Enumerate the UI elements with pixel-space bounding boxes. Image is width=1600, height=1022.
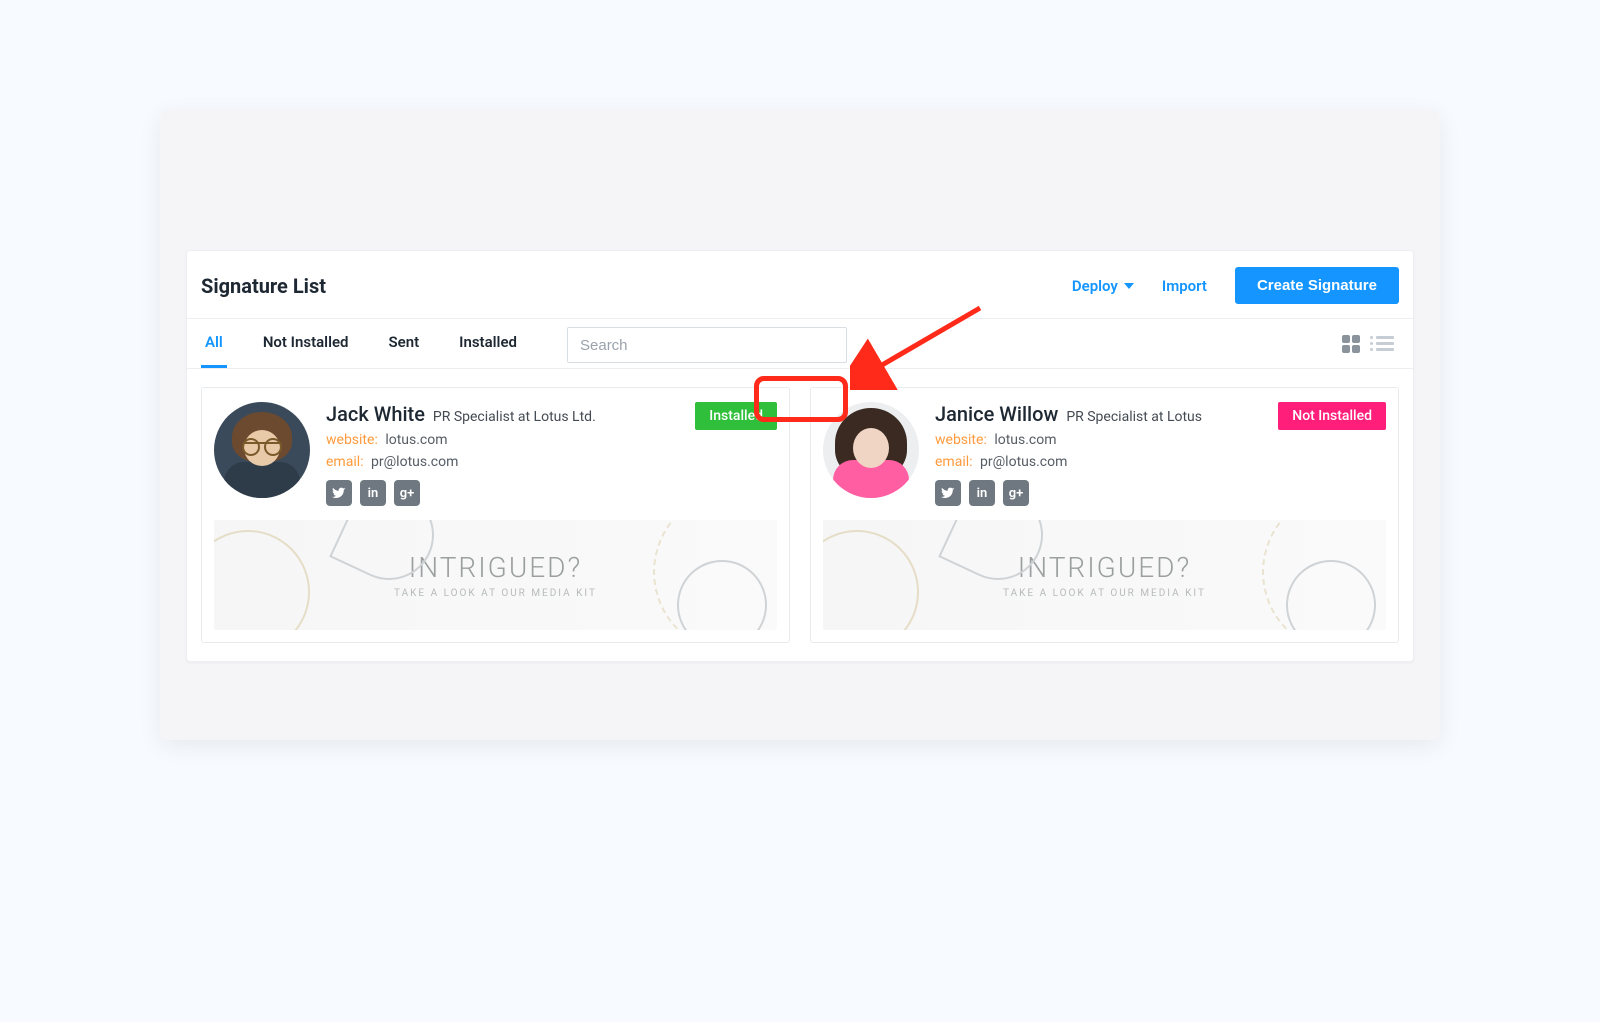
list-icon bbox=[1376, 336, 1394, 351]
email-row: email: pr@lotus.com bbox=[935, 454, 1386, 470]
status-badge-not-installed[interactable]: Not Installed bbox=[1278, 402, 1386, 430]
avatar bbox=[823, 402, 919, 498]
card-top: Janice Willow PR Specialist at Lotus web… bbox=[823, 402, 1386, 506]
header-row: Signature List Deploy Import Create Sign… bbox=[187, 251, 1413, 319]
tab-installed[interactable]: Installed bbox=[455, 319, 521, 368]
email-row: email: pr@lotus.com bbox=[326, 454, 777, 470]
view-toggle bbox=[1337, 324, 1399, 364]
banner: INTRIGUED? TAKE A LOOK AT OUR MEDIA KIT bbox=[214, 520, 777, 630]
page-title: Signature List bbox=[201, 274, 326, 298]
website-row: website: lotus.com bbox=[326, 432, 777, 448]
twitter-icon[interactable] bbox=[326, 480, 352, 506]
twitter-icon[interactable] bbox=[935, 480, 961, 506]
caret-down-icon bbox=[1124, 283, 1134, 289]
toolbar-row: All Not Installed Sent Installed bbox=[187, 319, 1413, 369]
website-label: website: bbox=[326, 432, 378, 448]
deploy-dropdown[interactable]: Deploy bbox=[1072, 277, 1134, 295]
signature-card[interactable]: Jack White PR Specialist at Lotus Ltd. w… bbox=[201, 387, 790, 643]
social-row: in g+ bbox=[935, 480, 1386, 506]
website-row: website: lotus.com bbox=[935, 432, 1386, 448]
google-icon[interactable]: g+ bbox=[1003, 480, 1029, 506]
tab-all[interactable]: All bbox=[201, 319, 227, 368]
grid-icon bbox=[1342, 335, 1360, 353]
cards-row: Jack White PR Specialist at Lotus Ltd. w… bbox=[187, 369, 1413, 661]
email-value: pr@lotus.com bbox=[371, 454, 458, 470]
linkedin-icon[interactable]: in bbox=[360, 480, 386, 506]
person-role: PR Specialist at Lotus bbox=[1066, 409, 1202, 425]
search-input[interactable] bbox=[567, 327, 847, 363]
signature-list-card: Signature List Deploy Import Create Sign… bbox=[186, 250, 1414, 662]
grid-view-button[interactable] bbox=[1341, 334, 1361, 354]
website-value: lotus.com bbox=[994, 432, 1056, 448]
outer-panel: Signature List Deploy Import Create Sign… bbox=[160, 110, 1440, 740]
import-label: Import bbox=[1162, 277, 1207, 295]
header-actions: Deploy Import Create Signature bbox=[1072, 267, 1399, 304]
website-value: lotus.com bbox=[385, 432, 447, 448]
social-row: in g+ bbox=[326, 480, 777, 506]
linkedin-icon[interactable]: in bbox=[969, 480, 995, 506]
website-label: website: bbox=[935, 432, 987, 448]
person-name: Jack White bbox=[326, 402, 425, 426]
card-top: Jack White PR Specialist at Lotus Ltd. w… bbox=[214, 402, 777, 506]
banner: INTRIGUED? TAKE A LOOK AT OUR MEDIA KIT bbox=[823, 520, 1386, 630]
email-label: email: bbox=[935, 454, 973, 470]
deploy-label: Deploy bbox=[1072, 277, 1118, 295]
status-badge-installed[interactable]: Installed bbox=[695, 402, 777, 430]
tabs: All Not Installed Sent Installed bbox=[201, 319, 521, 368]
google-icon[interactable]: g+ bbox=[394, 480, 420, 506]
person-name: Janice Willow bbox=[935, 402, 1058, 426]
tab-sent[interactable]: Sent bbox=[385, 319, 424, 368]
list-view-button[interactable] bbox=[1375, 334, 1395, 354]
email-label: email: bbox=[326, 454, 364, 470]
banner-subline: TAKE A LOOK AT OUR MEDIA KIT bbox=[394, 588, 597, 599]
banner-subline: TAKE A LOOK AT OUR MEDIA KIT bbox=[1003, 588, 1206, 599]
email-value: pr@lotus.com bbox=[980, 454, 1067, 470]
import-link[interactable]: Import bbox=[1162, 277, 1207, 295]
signature-card[interactable]: Janice Willow PR Specialist at Lotus web… bbox=[810, 387, 1399, 643]
tab-not-installed[interactable]: Not Installed bbox=[259, 319, 353, 368]
create-signature-button[interactable]: Create Signature bbox=[1235, 267, 1399, 304]
search-wrap bbox=[567, 327, 847, 363]
person-role: PR Specialist at Lotus Ltd. bbox=[433, 409, 596, 425]
avatar bbox=[214, 402, 310, 498]
